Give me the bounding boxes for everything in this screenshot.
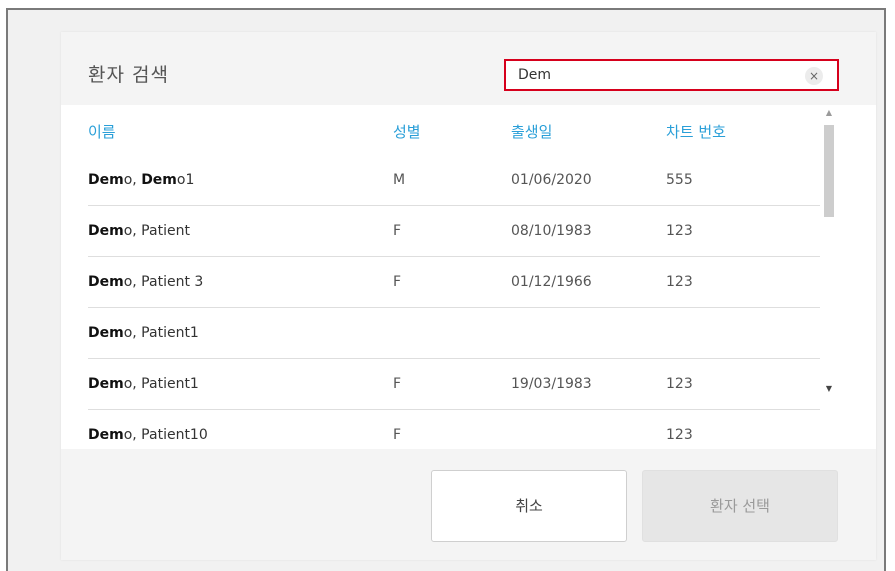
patient-name: Demo, Patient xyxy=(88,223,190,239)
table-body: Demo, Demo1 M 01/06/2020 555 Demo, Patie… xyxy=(61,156,876,448)
column-header-dob[interactable]: 출생일 xyxy=(511,121,552,142)
patient-dob: 01/12/1966 xyxy=(511,274,592,290)
column-header-name[interactable]: 이름 xyxy=(88,121,116,142)
patient-name: Demo, Patient 3 xyxy=(88,274,204,290)
patient-name: Demo, Demo1 xyxy=(88,172,195,188)
table-row[interactable]: Demo, Patient 3 F 01/12/1966 123 xyxy=(61,258,820,308)
patient-name: Demo, Patient10 xyxy=(88,427,208,443)
table-header: 이름 성별 출생일 차트 번호 xyxy=(61,105,876,155)
list-scrollbar[interactable]: ▲ ▼ xyxy=(822,107,836,395)
table-row[interactable]: Demo, Patient10 F 123 xyxy=(61,411,820,448)
patient-sex: M xyxy=(393,172,406,188)
select-patient-button[interactable]: 환자 선택 xyxy=(642,470,838,542)
patient-search-dialog: 환자 검색 × 이름 성별 출생일 차트 번호 Demo, Demo1 M 01… xyxy=(61,32,876,560)
search-input[interactable] xyxy=(518,65,778,85)
table-row[interactable]: Demo, Patient1 xyxy=(61,309,820,359)
table-row[interactable]: Demo, Patient1 F 19/03/1983 123 xyxy=(61,360,820,410)
patient-name: Demo, Patient1 xyxy=(88,376,199,392)
search-box[interactable]: × xyxy=(504,59,839,91)
patient-chart-number: 123 xyxy=(666,427,693,443)
row-divider xyxy=(88,256,820,257)
column-header-sex[interactable]: 성별 xyxy=(393,121,421,142)
clear-icon[interactable]: × xyxy=(805,67,823,85)
row-divider xyxy=(88,205,820,206)
row-divider xyxy=(88,358,820,359)
scroll-up-arrow-icon[interactable]: ▲ xyxy=(822,107,836,119)
patient-sex: F xyxy=(393,427,402,443)
window-frame: 환자 검색 × 이름 성별 출생일 차트 번호 Demo, Demo1 M 01… xyxy=(6,8,886,571)
patient-sex: F xyxy=(393,376,402,392)
dialog-title: 환자 검색 xyxy=(88,64,169,86)
cancel-button[interactable]: 취소 xyxy=(431,470,627,542)
scroll-down-arrow-icon[interactable]: ▼ xyxy=(822,383,836,395)
patient-chart-number: 555 xyxy=(666,172,693,188)
patient-name: Demo, Patient1 xyxy=(88,325,199,341)
table-row[interactable]: Demo, Demo1 M 01/06/2020 555 xyxy=(61,156,820,206)
patient-dob: 01/06/2020 xyxy=(511,172,592,188)
patient-sex: F xyxy=(393,223,402,239)
patient-chart-number: 123 xyxy=(666,274,693,290)
scrollbar-thumb[interactable] xyxy=(824,125,834,217)
patient-sex: F xyxy=(393,274,402,290)
row-divider xyxy=(88,409,820,410)
column-header-chart-number[interactable]: 차트 번호 xyxy=(666,121,726,142)
patient-list: 이름 성별 출생일 차트 번호 Demo, Demo1 M 01/06/2020… xyxy=(61,105,876,449)
table-row[interactable]: Demo, Patient F 08/10/1983 123 xyxy=(61,207,820,257)
patient-chart-number: 123 xyxy=(666,376,693,392)
patient-chart-number: 123 xyxy=(666,223,693,239)
row-divider xyxy=(88,307,820,308)
patient-dob: 19/03/1983 xyxy=(511,376,592,392)
patient-dob: 08/10/1983 xyxy=(511,223,592,239)
